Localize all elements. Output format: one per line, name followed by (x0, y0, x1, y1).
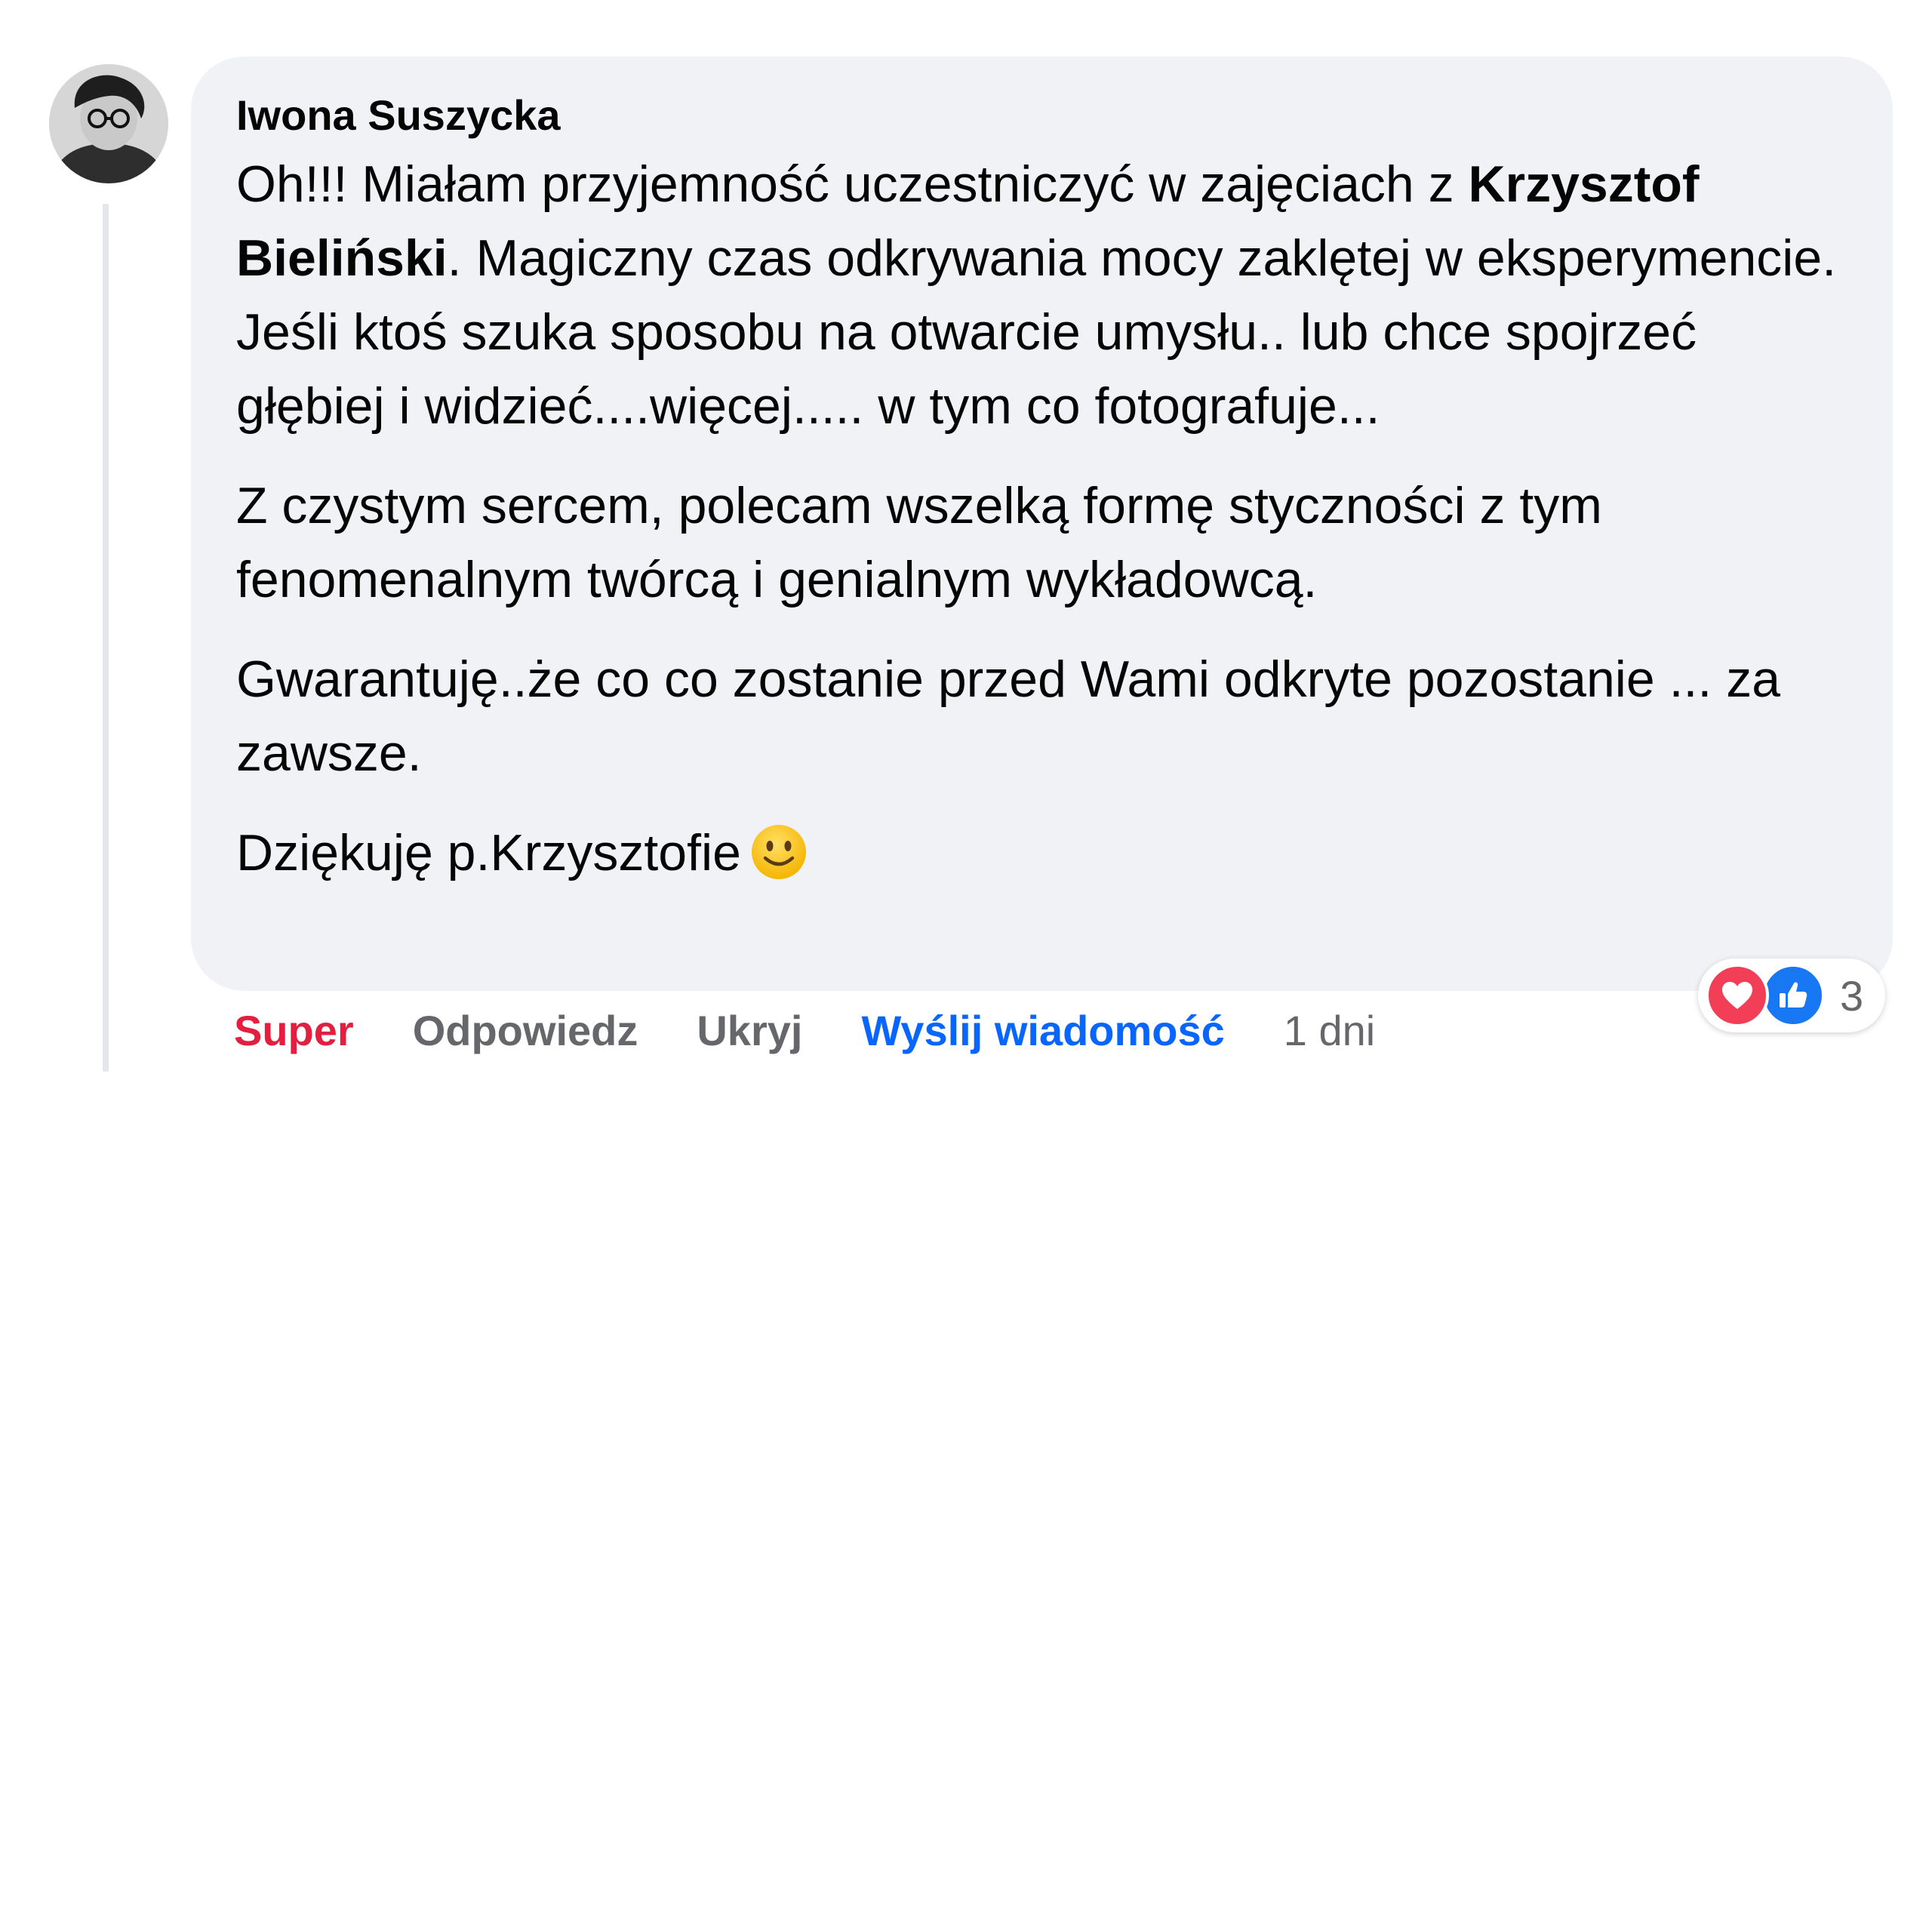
comment-bubble: Iwona Suszycka Oh!!! Miałam przyjemność … (191, 57, 1893, 991)
avatar-photo (49, 64, 168, 183)
comment-actions: Super Odpowiedz Ukryj Wyślij wiadomość 1… (234, 996, 1434, 1064)
comment-paragraph-3: Gwarantuję..że co co zostanie przed Wami… (236, 651, 1781, 782)
reaction-button[interactable]: Super (234, 1006, 354, 1055)
comment-author[interactable]: Iwona Suszycka (236, 88, 1847, 143)
comment-text: Dziękuję p.Krzysztofie (236, 824, 741, 881)
comment-paragraph-2: Z czystym sercem, polecam wszelką formę … (236, 477, 1602, 608)
heart-icon (1706, 964, 1769, 1027)
comment-text: . Magiczny czas odkrywania mocy zaklętej… (236, 229, 1837, 435)
comment-text: Oh!!! Miałam przyjemność uczestniczyć w … (236, 155, 1469, 213)
reaction-count: 3 (1840, 971, 1864, 1020)
thread-line (103, 204, 109, 1072)
avatar[interactable] (49, 64, 168, 183)
comment-timestamp[interactable]: 1 dni (1284, 1006, 1375, 1055)
reply-button[interactable]: Odpowiedz (413, 1006, 638, 1055)
slightly-smiling-face-icon (750, 823, 808, 900)
comment-paragraph-4: Dziękuję p.Krzysztofie (236, 816, 1847, 900)
thumbs-up-icon (1761, 964, 1825, 1027)
hide-button[interactable]: Ukryj (697, 1006, 802, 1055)
send-message-button[interactable]: Wyślij wiadomość (861, 1006, 1224, 1055)
comment-paragraph-1: Oh!!! Miałam przyjemność uczestniczyć w … (236, 147, 1847, 443)
reactions-summary[interactable]: 3 (1698, 958, 1885, 1032)
